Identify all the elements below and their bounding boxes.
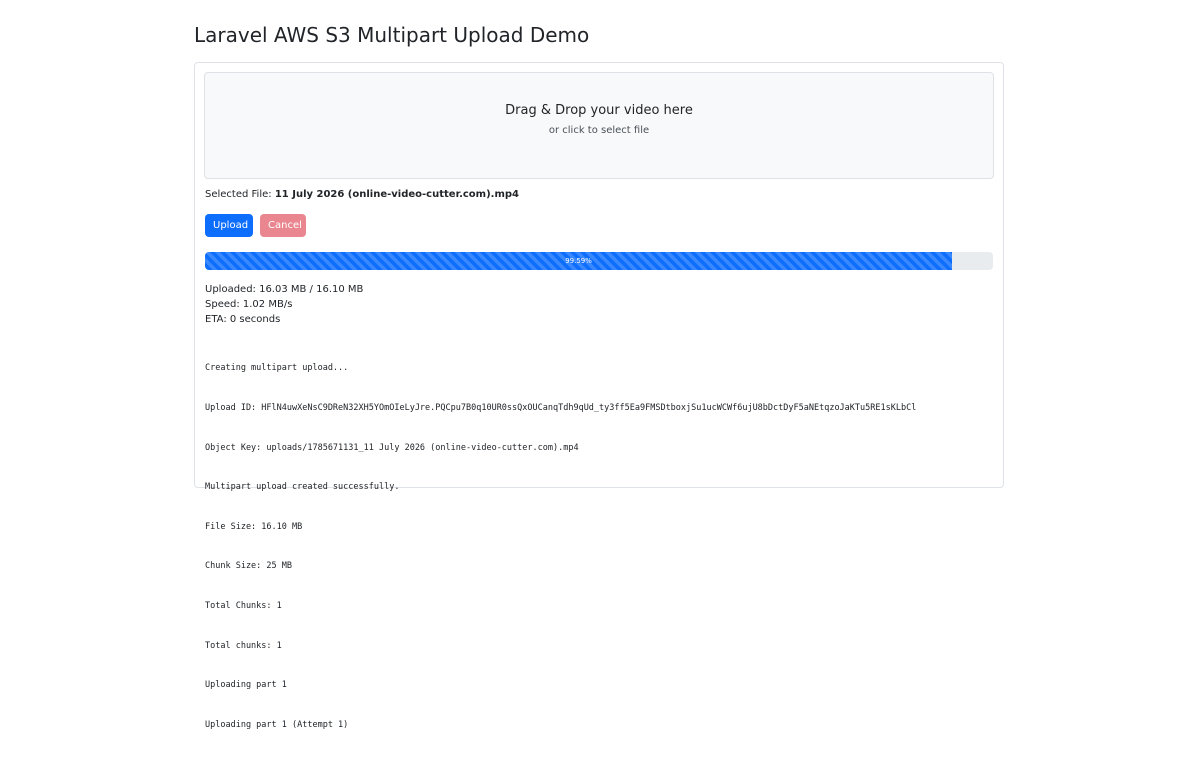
selected-file-label: Selected File: xyxy=(205,189,272,200)
upload-stats: Uploaded: 16.03 MB / 16.10 MB Speed: 1.0… xyxy=(205,282,363,327)
selected-file-info: Selected File: 11 July 2026 (online-vide… xyxy=(205,189,519,200)
upload-card: Drag & Drop your video here or click to … xyxy=(194,62,1004,730)
upload-log: Creating multipart upload... Upload ID: … xyxy=(205,336,995,759)
selected-file-name: 11 July 2026 (online-video-cutter.com).m… xyxy=(274,189,519,200)
uploaded-amount: Uploaded: 16.03 MB / 16.10 MB xyxy=(205,284,364,295)
page-title: Laravel AWS S3 Multipart Upload Demo xyxy=(194,23,590,47)
log-line: Chunk Size: 25 MB xyxy=(205,561,292,572)
log-line: Upload ID: HFlN4uwXeNsC9DReN32XH5YOmOIeL… xyxy=(205,403,917,414)
upload-eta: ETA: 0 seconds xyxy=(205,314,281,325)
log-line: Multipart upload created successfully. xyxy=(205,482,400,493)
dropzone-title: Drag & Drop your video here xyxy=(505,103,693,118)
log-line: Uploading part 1 (Attempt 1) xyxy=(205,719,349,730)
upload-speed: Speed: 1.02 MB/s xyxy=(205,299,293,310)
upload-progress: 99.59% xyxy=(205,252,993,270)
log-line: Total chunks: 1 xyxy=(205,640,282,651)
dropzone-subtitle: or click to select file xyxy=(548,125,650,136)
log-line: Object Key: uploads/1785671131_11 July 2… xyxy=(205,442,579,453)
log-line: Uploading part 1 xyxy=(205,680,287,691)
log-line: Creating multipart upload... xyxy=(205,363,349,374)
upload-button[interactable]: Upload xyxy=(205,214,253,237)
file-dropzone[interactable]: Drag & Drop your video here or click to … xyxy=(204,72,994,179)
upload-progress-bar: 99.59% xyxy=(205,252,953,270)
log-line: File Size: 16.10 MB xyxy=(205,521,303,532)
cancel-button[interactable]: Cancel xyxy=(260,214,306,237)
log-line: Total Chunks: 1 xyxy=(205,601,282,612)
